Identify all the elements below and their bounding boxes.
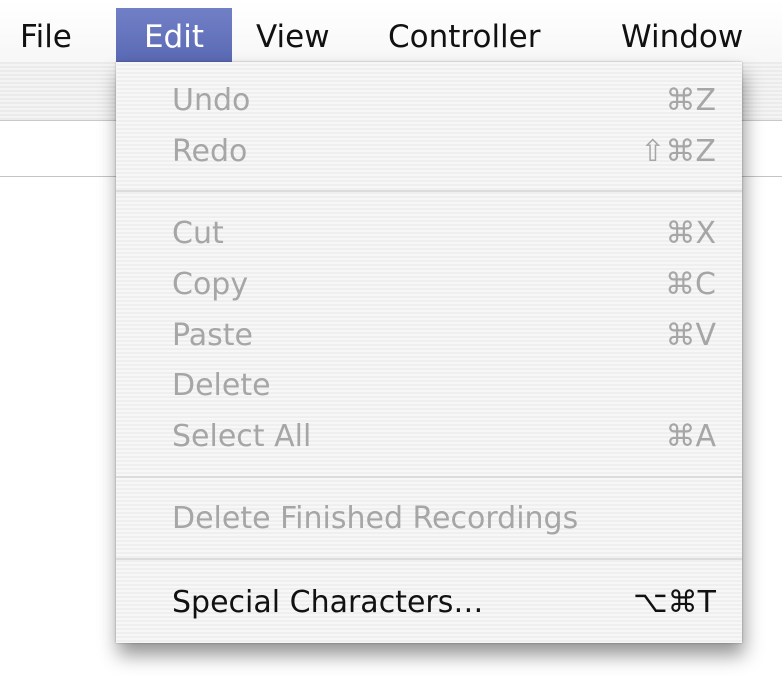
menu-item-delete-finished-recordings[interactable]: Delete Finished Recordings: [116, 494, 742, 544]
menu-item-label: Cut: [172, 216, 224, 251]
menu-item-shortcut: ⇧⌘Z: [640, 134, 716, 169]
menu-item-shortcut: ⌘X: [665, 216, 716, 251]
menu-item-cut[interactable]: Cut ⌘X: [116, 209, 742, 259]
menu-separator: [116, 190, 742, 192]
menu-item-label: Select All: [172, 419, 312, 454]
menu-item-shortcut: ⌘A: [665, 419, 716, 454]
menubar-item-file[interactable]: File: [20, 8, 72, 62]
menu-item-shortcut: ⌥⌘T: [633, 585, 716, 620]
menubar-item-window[interactable]: Window: [621, 8, 743, 62]
menubar-item-view[interactable]: View: [256, 8, 330, 62]
menu-item-shortcut: ⌘C: [665, 267, 716, 302]
menubar-item-edit[interactable]: Edit: [116, 8, 232, 62]
menu-item-label: Delete: [172, 368, 271, 403]
menu-item-label: Copy: [172, 267, 249, 302]
menu-separator: [116, 558, 742, 560]
menu-item-select-all[interactable]: Select All ⌘A: [116, 412, 742, 462]
menu-item-redo[interactable]: Redo ⇧⌘Z: [116, 127, 742, 177]
menu-item-undo[interactable]: Undo ⌘Z: [116, 76, 742, 126]
menu-item-label: Special Characters…: [172, 585, 484, 620]
menu-item-delete[interactable]: Delete: [116, 361, 742, 411]
menu-item-label: Undo: [172, 83, 251, 118]
menu-item-label: Delete Finished Recordings: [172, 501, 579, 536]
menu-bar: File Edit View Controller Window: [0, 0, 782, 62]
menu-item-paste[interactable]: Paste ⌘V: [116, 311, 742, 361]
menu-item-label: Redo: [172, 134, 248, 169]
menu-item-label: Paste: [172, 318, 253, 353]
menu-item-special-characters[interactable]: Special Characters… ⌥⌘T: [116, 578, 742, 628]
edit-menu-dropdown: Undo ⌘Z Redo ⇧⌘Z Cut ⌘X Copy ⌘C Paste ⌘V…: [116, 62, 742, 643]
menubar-item-controller[interactable]: Controller: [388, 8, 541, 62]
menu-item-copy[interactable]: Copy ⌘C: [116, 260, 742, 310]
menu-item-shortcut: ⌘V: [665, 318, 716, 353]
menu-item-shortcut: ⌘Z: [665, 83, 716, 118]
menu-separator: [116, 476, 742, 478]
